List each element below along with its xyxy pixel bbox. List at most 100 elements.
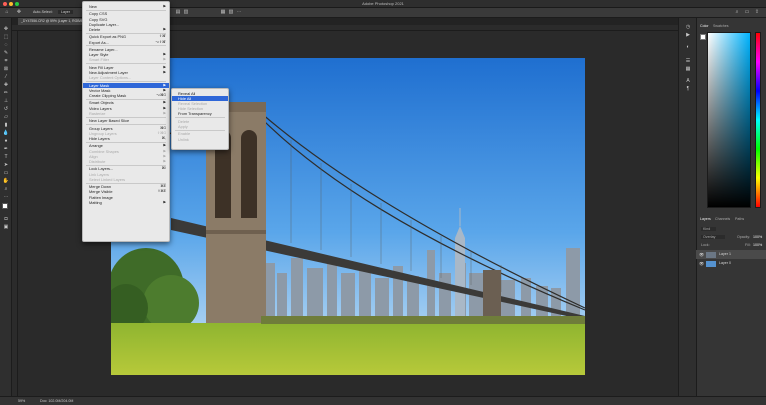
move-tool-icon[interactable]: ✥ bbox=[16, 10, 22, 15]
adjustments-icon[interactable]: ◐ bbox=[684, 44, 692, 50]
menu-item-label: Delete bbox=[89, 27, 101, 32]
paragraph-icon[interactable]: ¶ bbox=[684, 86, 692, 92]
blur-tool-icon[interactable]: 💧 bbox=[2, 130, 10, 136]
pen-tool-icon[interactable]: ✒ bbox=[2, 146, 10, 152]
hue-slider[interactable] bbox=[755, 32, 761, 208]
path-selection-tool-icon[interactable]: ➤ bbox=[2, 162, 10, 168]
properties-icon[interactable]: ☰ bbox=[684, 58, 692, 64]
character-icon[interactable]: A bbox=[684, 78, 692, 84]
auto-select-dropdown[interactable]: Layer bbox=[58, 10, 73, 14]
screen-mode-icon[interactable]: ▣ bbox=[2, 224, 10, 230]
menu-item-select-linked-layers: Select Linked Layers bbox=[83, 177, 169, 182]
layer-mask-submenu: Reveal All Hide All Reveal Selection Hide S… bbox=[171, 88, 229, 150]
distribute-icon[interactable]: ▦ bbox=[220, 10, 226, 15]
zoom-level[interactable]: 59% bbox=[18, 399, 25, 403]
lasso-tool-icon[interactable]: ◌ bbox=[2, 42, 10, 48]
document-info[interactable]: Doc: 102.0M/204.0M bbox=[40, 399, 73, 403]
libraries-icon[interactable]: ▦ bbox=[684, 66, 692, 72]
layer-name[interactable]: Layer 1 bbox=[719, 250, 731, 259]
color-picker-field[interactable] bbox=[707, 32, 751, 208]
menu-item-label: Select Linked Layers bbox=[89, 176, 126, 182]
crop-tool-icon[interactable]: ⌗ bbox=[2, 58, 10, 64]
move-tool-icon[interactable]: ✥ bbox=[2, 26, 10, 32]
one-world-trade-center bbox=[455, 238, 465, 318]
quick-select-tool-icon[interactable]: ✎ bbox=[2, 50, 10, 56]
menu-item-label: Smart Filter bbox=[89, 57, 110, 63]
submenu-arrow-icon: ▶ bbox=[163, 159, 166, 163]
menu-item-delete[interactable]: Delete ▶ bbox=[83, 27, 169, 32]
menu-item-layer-content-options: Layer Content Options... bbox=[83, 75, 169, 80]
rectangle-tool-icon[interactable]: ▭ bbox=[2, 170, 10, 176]
eyedropper-tool-icon[interactable]: ⁄ bbox=[2, 74, 10, 80]
menu-item-hide-layers[interactable]: Hide Layers ⌘, bbox=[83, 136, 169, 141]
align-center-icon[interactable]: ▥ bbox=[183, 10, 189, 15]
type-tool-icon[interactable]: T bbox=[2, 154, 10, 160]
workspace-icon[interactable]: ▭ bbox=[744, 10, 750, 15]
submenu-arrow-icon: ▶ bbox=[163, 57, 166, 62]
visibility-eye-icon[interactable]: 👁 bbox=[699, 259, 704, 268]
document-tab[interactable]: _DY47556.CR2 @ 59% (Layer 1, RGB/8) bbox=[18, 18, 86, 25]
menu-item-distribute: Distribute ▶ bbox=[83, 159, 169, 164]
align-left-icon[interactable]: ▤ bbox=[175, 10, 181, 15]
search-icon[interactable]: ⌕ bbox=[734, 10, 740, 15]
healing-brush-tool-icon[interactable]: ✚ bbox=[2, 82, 10, 88]
marquee-tool-icon[interactable]: ⬚ bbox=[2, 34, 10, 40]
panel-foreground-swatch[interactable] bbox=[700, 34, 706, 40]
dodge-tool-icon[interactable]: ● bbox=[2, 138, 10, 144]
visibility-eye-icon[interactable]: 👁 bbox=[699, 250, 704, 259]
home-icon[interactable]: ⌂ bbox=[4, 10, 10, 15]
submenu-item-from-transparency[interactable]: From Transparency bbox=[172, 111, 228, 116]
menu-item-label: Create Clipping Mask bbox=[89, 93, 127, 98]
actions-icon[interactable]: ▶ bbox=[684, 32, 692, 38]
tab-layers[interactable]: Layers bbox=[700, 217, 711, 221]
blend-mode-dropdown[interactable]: Overlay bbox=[701, 235, 726, 239]
tab-channels[interactable]: Channels bbox=[715, 217, 730, 221]
align-bottom-icon[interactable]: ▧ bbox=[228, 10, 234, 15]
menu-shortcut: ⌥⌘G bbox=[156, 93, 166, 97]
zoom-tool-icon[interactable]: ⌕ bbox=[2, 186, 10, 192]
submenu-item-apply: Apply bbox=[178, 123, 188, 129]
tab-paths[interactable]: Paths bbox=[735, 217, 744, 221]
layer-name[interactable]: Layer 0 bbox=[719, 259, 731, 268]
layer-row[interactable]: 👁 Layer 0 bbox=[696, 259, 766, 268]
layer-thumbnail bbox=[706, 251, 716, 258]
history-icon[interactable]: ◷ bbox=[684, 24, 692, 30]
more-options-icon[interactable]: ⋯ bbox=[236, 10, 242, 15]
menu-item-label: New bbox=[89, 4, 97, 9]
menu-item-label: Layer Content Options... bbox=[89, 75, 132, 81]
menu-item-label: Export As... bbox=[89, 39, 109, 45]
menu-item-export-as[interactable]: Export As... ⌥⇧⌘' bbox=[83, 40, 169, 45]
more-tools-icon[interactable]: ⋯ bbox=[2, 194, 10, 200]
hand-tool-icon[interactable]: ✋ bbox=[2, 178, 10, 184]
menu-item-new[interactable]: New ▶ bbox=[83, 4, 169, 9]
menu-item-label: Matting bbox=[89, 199, 102, 205]
menu-shortcut: ⌥⇧⌘' bbox=[155, 39, 166, 44]
layer-row[interactable]: 👁 Layer 1 bbox=[696, 250, 766, 259]
gradient-tool-icon[interactable]: ▮ bbox=[2, 122, 10, 128]
submenu-arrow-icon: ▶ bbox=[163, 27, 166, 31]
share-icon[interactable]: ⇪ bbox=[754, 10, 760, 15]
eraser-tool-icon[interactable]: ▱ bbox=[2, 114, 10, 120]
menu-shortcut: ⌘, bbox=[161, 136, 166, 140]
opacity-label: Opacity: bbox=[737, 235, 751, 239]
filter-kind-dropdown[interactable]: Kind bbox=[701, 227, 717, 231]
menu-item-label: Hide Layers bbox=[89, 136, 110, 141]
tab-color[interactable]: Color bbox=[700, 24, 709, 28]
tools-panel: ✥ ⬚ ◌ ✎ ⌗ ⊠ ⁄ ✚ ✏ ⊥ ↺ ▱ ▮ 💧 ● ✒ T ➤ ▭ ✋ … bbox=[0, 18, 12, 396]
menu-item-matting[interactable]: Matting ▶ bbox=[83, 200, 169, 205]
tab-swatches[interactable]: Swatches bbox=[713, 24, 729, 28]
menu-item-label: Distribute bbox=[89, 159, 106, 164]
brush-tool-icon[interactable]: ✏ bbox=[2, 90, 10, 96]
quick-mask-icon[interactable]: ◘ bbox=[2, 216, 10, 222]
menu-item-new-layer-based-slice[interactable]: New Layer Based Slice bbox=[83, 118, 169, 123]
opacity-value[interactable]: 100% bbox=[753, 235, 762, 239]
menu-item-create-clipping-mask[interactable]: Create Clipping Mask ⌥⌘G bbox=[83, 93, 169, 98]
panel-icon-strip: ◷ ▶ ◐ ☰ ▦ A ¶ bbox=[678, 18, 696, 396]
fill-value[interactable]: 100% bbox=[753, 243, 762, 247]
clone-stamp-tool-icon[interactable]: ⊥ bbox=[2, 98, 10, 104]
submenu-arrow-icon: ▶ bbox=[163, 4, 166, 8]
foreground-color-swatch[interactable] bbox=[2, 203, 8, 209]
frame-tool-icon[interactable]: ⊠ bbox=[2, 66, 10, 72]
submenu-arrow-icon: ▶ bbox=[163, 110, 166, 115]
history-brush-tool-icon[interactable]: ↺ bbox=[2, 106, 10, 112]
